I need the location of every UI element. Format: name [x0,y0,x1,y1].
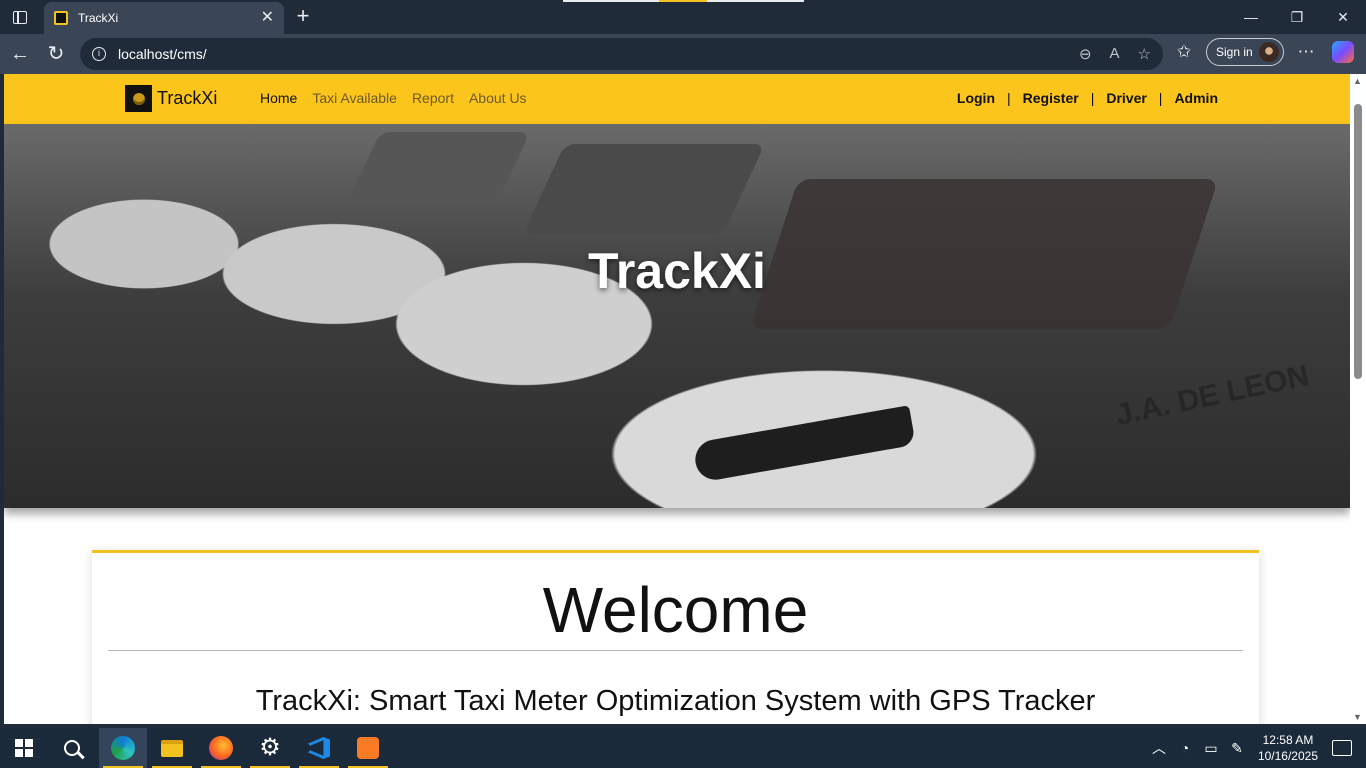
window-controls: — ❐ ✕ [1228,0,1366,34]
start-button[interactable] [0,728,48,768]
windows-icon [15,739,33,757]
page-scrollbar[interactable]: ▲ ▼ [1350,74,1366,724]
hero-photo-shape [523,144,765,234]
taskbar-file-explorer[interactable] [148,728,196,768]
chevron-up-icon[interactable]: ︿ [1147,738,1171,758]
page-viewport: TrackXi Home Taxi Available Report About… [4,74,1366,724]
brand-logo-icon [125,85,152,112]
close-tab-icon[interactable]: ✕ [261,10,274,26]
address-bar-row: ← ↻ i localhost/cms/ ⊖ A ☆ ✩ Sign in ⋯ [0,34,1366,74]
refresh-icon[interactable]: ↻ [43,42,69,68]
sign-in-label: Sign in [1216,45,1253,59]
taskbar-xampp[interactable] [344,728,392,768]
auth-links: Login | Register | Driver | Admin [957,90,1218,106]
separator: | [1158,90,1163,106]
welcome-heading: Welcome [542,574,809,646]
back-icon[interactable]: ← [7,42,33,68]
favorite-star-icon[interactable]: ☆ [1138,45,1151,63]
brand-link[interactable]: TrackXi [125,85,217,112]
vscode-icon [308,737,330,759]
hero-photo-shape [692,405,916,483]
wifi-icon[interactable]: ◔ [1173,740,1197,756]
scroll-up-icon[interactable]: ▲ [1353,76,1362,86]
hero-door-text: J.A. DE LEON [1112,358,1312,433]
taskbar-settings[interactable]: ⚙ [246,728,294,768]
browser-tab[interactable]: TrackXi ✕ [44,2,284,34]
read-aloud-icon[interactable]: A [1110,45,1120,63]
favicon-icon [54,11,68,25]
sign-in-button[interactable]: Sign in [1206,38,1284,66]
xampp-icon [357,737,379,759]
search-button[interactable] [48,728,96,768]
welcome-subtitle: TrackXi: Smart Taxi Meter Optimization S… [255,685,1096,717]
menu-item-about-us[interactable]: About Us [469,90,527,106]
system-tray: ︿ ◔ ▭ ✎ 12:58 AM 10/16/2025 [1146,728,1366,768]
gear-icon: ⚙ [259,734,281,761]
welcome-card: Welcome TrackXi: Smart Taxi Meter Optimi… [92,550,1259,724]
notification-icon[interactable] [1332,740,1352,756]
tab-title: TrackXi [78,11,119,25]
register-link[interactable]: Register [1023,90,1079,106]
tab-actions-icon [13,10,27,24]
zoom-icon[interactable]: ⊖ [1079,45,1092,63]
scrollbar-thumb[interactable] [1354,104,1362,379]
new-tab-button[interactable]: + [290,4,316,30]
hero-banner: J.A. DE LEON TrackXi [4,124,1350,508]
taskbar-edge[interactable] [99,728,147,768]
restore-icon[interactable]: ❐ [1274,0,1320,34]
battery-icon[interactable]: ▭ [1199,740,1223,757]
tab-preview-strip [563,0,804,2]
copilot-icon[interactable] [1332,41,1354,63]
more-options-icon[interactable]: ⋯ [1294,42,1318,62]
url-text[interactable]: localhost/cms/ [118,46,1079,62]
folder-icon [161,739,183,757]
taskbar-vscode[interactable] [295,728,343,768]
firefox-icon [209,736,233,760]
driver-link[interactable]: Driver [1106,90,1146,106]
close-window-icon[interactable]: ✕ [1320,0,1366,34]
separator: | [1007,90,1011,106]
hero-photo-shape [347,132,531,202]
divider [108,650,1243,651]
taskbar: ⚙ ︿ ◔ ▭ ✎ 12:58 AM 10/16/2025 [0,728,1366,768]
taskbar-firefox[interactable] [197,728,245,768]
clock-date: 10/16/2025 [1257,749,1318,763]
edge-icon [111,736,135,760]
admin-link[interactable]: Admin [1174,90,1218,106]
hero-title: TrackXi [588,243,766,299]
separator: | [1090,90,1095,106]
menu-item-taxi-available[interactable]: Taxi Available [312,90,397,106]
clock-time: 12:58 AM [1262,733,1314,747]
browser-tab-bar: TrackXi ✕ + — ❐ ✕ [0,0,1366,34]
menu-item-report[interactable]: Report [412,90,454,106]
omnibox[interactable]: i localhost/cms/ ⊖ A ☆ [80,38,1163,70]
pen-icon[interactable]: ✎ [1225,740,1249,757]
search-icon [64,740,80,756]
favorites-icon[interactable]: ✩ [1172,42,1196,62]
clock[interactable]: 12:58 AM 10/16/2025 [1258,732,1318,764]
brand-name: TrackXi [157,88,218,108]
scroll-down-icon[interactable]: ▼ [1353,712,1362,722]
site-info-icon[interactable]: i [92,47,106,61]
site-navbar: TrackXi Home Taxi Available Report About… [4,74,1350,124]
tab-actions-button[interactable] [0,0,40,34]
login-link[interactable]: Login [957,90,995,106]
minimize-icon[interactable]: — [1228,0,1274,34]
main-menu: Home Taxi Available Report About Us [260,90,527,106]
menu-item-home[interactable]: Home [260,90,297,106]
avatar [1258,42,1279,62]
